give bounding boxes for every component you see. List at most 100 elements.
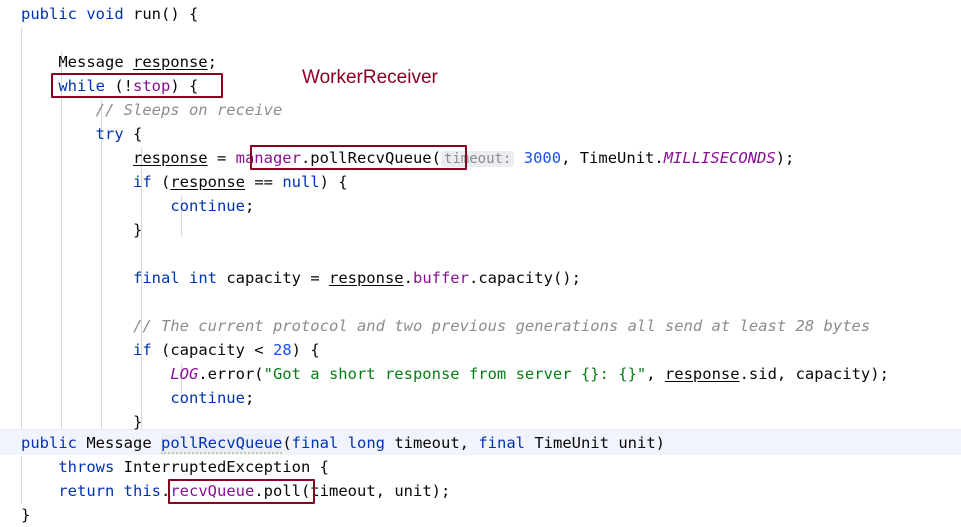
code-token: 28: [272, 341, 292, 359]
code-line[interactable]: return this.recvQueue.poll(timeout, unit…: [0, 479, 450, 503]
code-token: .poll(timeout, unit);: [254, 482, 451, 500]
code-line[interactable]: try {: [0, 122, 143, 146]
code-token: Message: [77, 434, 161, 452]
code-editor-view[interactable]: public void run() { Message response; wh…: [0, 0, 961, 524]
code-token: return: [58, 482, 115, 500]
code-line[interactable]: throws InterruptedException {: [0, 455, 329, 479]
code-line[interactable]: [0, 290, 30, 314]
code-token: InterruptedException {: [114, 458, 329, 476]
code-line[interactable]: continue;: [0, 386, 254, 410]
code-token: response: [132, 53, 208, 71]
code-token: }: [21, 221, 143, 239]
code-token: sid: [748, 365, 777, 383]
code-token: ;: [244, 389, 255, 407]
code-token: 3000: [523, 149, 562, 167]
code-token: if: [132, 341, 152, 359]
code-token: final: [291, 434, 339, 452]
code-line[interactable]: Message response;: [0, 50, 217, 74]
code-token: ,: [646, 365, 665, 383]
code-token: .: [739, 365, 749, 383]
code-token: int: [189, 269, 217, 287]
code-token: );: [775, 149, 795, 167]
code-token: null: [282, 173, 320, 191]
code-token: throws: [58, 458, 115, 476]
code-line[interactable]: LOG.error("Got a short response from ser…: [0, 362, 889, 386]
code-line[interactable]: while (!stop) {: [0, 74, 198, 98]
annotation-label-workerreceiver: WorkerReceiver: [302, 67, 438, 88]
code-token: public: [21, 434, 77, 452]
code-token: , capacity);: [776, 365, 889, 383]
code-line[interactable]: // Sleeps on receive: [0, 98, 283, 122]
code-token: {: [123, 125, 143, 143]
code-line-declaration[interactable]: public Message pollRecvQueue(final long …: [0, 431, 665, 455]
code-token: ;: [244, 197, 255, 215]
code-line[interactable]: [0, 242, 30, 266]
code-token: timeout,: [385, 434, 479, 452]
code-token: .capacity();: [468, 269, 581, 287]
code-token: (capacity <: [151, 341, 273, 359]
code-token: }: [21, 413, 143, 431]
code-token: pollRecvQueue: [161, 434, 283, 454]
code-token: ;: [207, 53, 217, 71]
code-token: try: [95, 125, 124, 143]
code-token: timeout:: [440, 151, 515, 167]
code-line[interactable]: }: [0, 503, 30, 527]
code-token: recvQueue: [170, 482, 255, 500]
code-token: capacity =: [217, 269, 329, 287]
code-token: ) {: [291, 341, 320, 359]
code-token: , TimeUnit.: [561, 149, 664, 167]
code-token: stop: [133, 77, 171, 95]
code-token: if: [132, 173, 152, 191]
code-token: final: [132, 269, 180, 287]
code-line[interactable]: final int capacity = response.buffer.cap…: [0, 266, 581, 290]
code-token: response: [170, 173, 245, 191]
code-token: MILLISECONDS: [663, 149, 776, 167]
code-token: TimeUnit unit): [525, 434, 665, 452]
code-token: LOG: [170, 365, 199, 383]
code-line[interactable]: }: [0, 218, 142, 242]
code-token: this: [123, 482, 161, 500]
code-token: (!: [105, 77, 133, 95]
code-token: (: [282, 434, 292, 452]
code-line[interactable]: if (response == null) {: [0, 170, 348, 194]
code-token: continue: [170, 197, 245, 215]
code-token: ==: [244, 173, 283, 191]
code-line[interactable]: [0, 26, 30, 50]
code-token: .: [161, 482, 171, 500]
code-token: while: [58, 77, 105, 95]
code-token: .error(: [198, 365, 264, 383]
code-token: buffer: [412, 269, 469, 287]
code-line[interactable]: if (capacity < 28) {: [0, 338, 320, 362]
code-token: final: [478, 434, 526, 452]
code-line[interactable]: continue;: [0, 194, 254, 218]
code-token: }: [21, 506, 31, 524]
code-line[interactable]: public void run() {: [0, 2, 198, 26]
code-line[interactable]: response = manager.pollRecvQueue(timeout…: [0, 146, 794, 170]
code-token: long: [347, 434, 386, 452]
code-token: public: [21, 5, 77, 23]
code-token: .: [403, 269, 413, 287]
code-token: .pollRecvQueue(: [300, 149, 441, 167]
code-token: response: [664, 365, 740, 383]
code-line[interactable]: // The current protocol and two previous…: [0, 314, 870, 338]
code-token: =: [207, 149, 236, 167]
code-token: manager: [235, 149, 301, 167]
code-token: "Got a short response from server {}: {}…: [263, 365, 647, 383]
code-token: continue: [170, 389, 245, 407]
code-token: Message: [21, 53, 133, 71]
